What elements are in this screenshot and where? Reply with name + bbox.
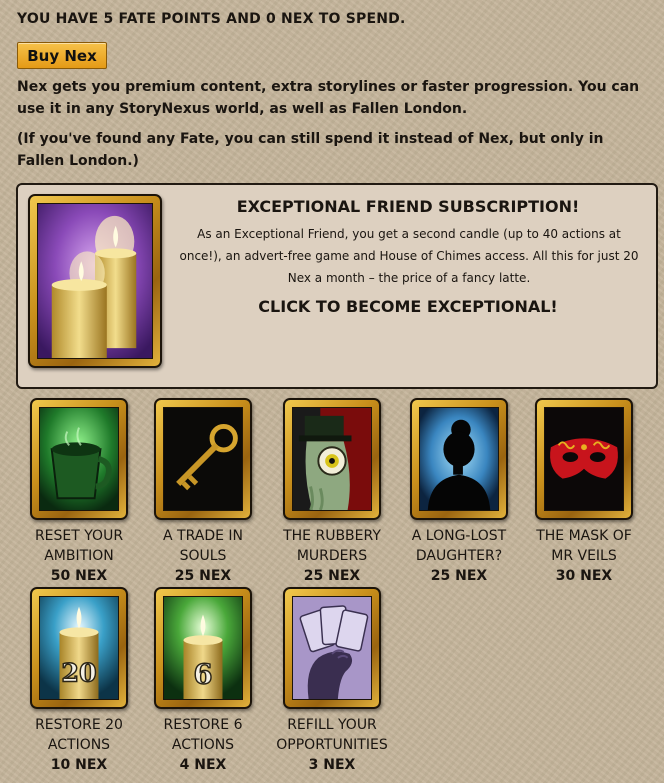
store-item-restore-20-actions[interactable]: 20 RESTORE 20 ACTIONS 10 NEX [19, 587, 139, 775]
item-price: 4 NEX [179, 757, 227, 773]
item-name: RESTORE 20 ACTIONS [35, 717, 123, 753]
store-item-mask-of-mr-veils[interactable]: THE MASK OF MR VEILS 30 NEX [524, 398, 644, 586]
rubbery-man-icon [283, 398, 381, 520]
item-name: THE RUBBERY MURDERS [283, 528, 381, 564]
buy-nex-button[interactable]: Buy Nex [17, 42, 107, 69]
store-item-rubbery-murders[interactable]: THE RUBBERY MURDERS 25 NEX [272, 398, 392, 586]
store-item-refill-opportunities[interactable]: REFILL YOUR OPPORTUNITIES 3 NEX [272, 587, 392, 775]
store-item-restore-6-actions[interactable]: 6 RESTORE 6 ACTIONS 4 NEX [143, 587, 263, 775]
item-name: A LONG-LOST DAUGHTER? [411, 528, 507, 564]
candles-icon [28, 194, 162, 368]
item-name: RESTORE 6 ACTIONS [163, 717, 243, 753]
nex-info-text: Nex gets you premium content, extra stor… [17, 79, 640, 117]
fate-info-text: (If you've found any Fate, you can still… [17, 131, 604, 169]
item-name: RESET YOUR AMBITION [34, 528, 124, 564]
item-price: 10 NEX [50, 757, 108, 773]
candle-20-icon: 20 [30, 587, 128, 709]
store-item-trade-in-souls[interactable]: A TRADE IN SOULS 25 NEX [143, 398, 263, 586]
store-item-reset-ambition[interactable]: RESET YOUR AMBITION 50 NEX [19, 398, 139, 586]
item-price: 25 NEX [303, 568, 361, 584]
item-price: 25 NEX [430, 568, 488, 584]
item-price: 30 NEX [555, 568, 613, 584]
golden-key-icon [154, 398, 252, 520]
green-cup-icon [30, 398, 128, 520]
subscription-title: EXCEPTIONAL FRIEND SUBSCRIPTION! [236, 197, 580, 216]
subscription-description: As an Exceptional Friend, you get a seco… [179, 227, 639, 285]
cards-hand-icon [283, 587, 381, 709]
red-mask-icon [535, 398, 633, 520]
item-price: 3 NEX [308, 757, 356, 773]
item-price: 50 NEX [50, 568, 108, 584]
item-price: 25 NEX [174, 568, 232, 584]
fate-points-status: YOU HAVE 5 FATE POINTS AND 0 NEX TO SPEN… [17, 11, 406, 27]
exceptional-friend-panel[interactable]: EXCEPTIONAL FRIEND SUBSCRIPTION! As an E… [16, 183, 658, 389]
item-name: REFILL YOUR OPPORTUNITIES [276, 717, 388, 753]
store-item-long-lost-daughter[interactable]: A LONG-LOST DAUGHTER? 25 NEX [399, 398, 519, 586]
candle-6-icon: 6 [154, 587, 252, 709]
item-name: THE MASK OF MR VEILS [536, 528, 632, 564]
item-name: A TRADE IN SOULS [163, 528, 243, 564]
candle-number: 20 [61, 657, 96, 687]
become-exceptional-link[interactable]: CLICK TO BECOME EXCEPTIONAL! [168, 297, 648, 316]
silhouette-icon [410, 398, 508, 520]
candle-number: 6 [193, 658, 212, 690]
